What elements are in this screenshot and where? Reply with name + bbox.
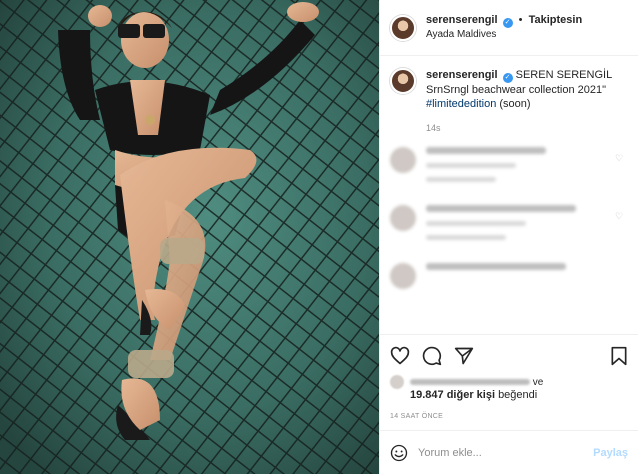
add-comment-bar: Paylaş <box>380 430 638 474</box>
likes-summary: ve <box>390 375 628 389</box>
post-side-panel: serenserengil ✓ • Takiptesin Ayada Maldi… <box>379 0 638 474</box>
comment-replies-blurred[interactable] <box>426 177 496 182</box>
photo-image <box>0 0 379 474</box>
caption-age[interactable]: 14s <box>426 123 612 133</box>
post-actions: ve 19.847 diğer kişi beğendi 14 SAAT ÖNC… <box>380 334 638 420</box>
post-location[interactable]: Ayada Maldives <box>426 28 582 42</box>
post-comment-button[interactable]: Paylaş <box>593 447 628 459</box>
comment-icon[interactable] <box>422 346 442 366</box>
comment-like-icon[interactable]: ♡ <box>615 153 624 163</box>
caption-hashtag[interactable]: #limitededition <box>426 98 496 110</box>
caption-username[interactable]: serenserengil <box>426 69 498 81</box>
liker-avatar[interactable] <box>390 375 404 389</box>
comment-meta-blurred <box>426 221 526 226</box>
bookmark-icon[interactable] <box>610 346 628 366</box>
comment-item: ♡ <box>390 147 628 191</box>
verified-icon: ✓ <box>502 18 513 28</box>
post-caption: serenserengil ✓ SEREN SERENGİL SrnSrngl b… <box>390 68 628 133</box>
comment-text-blurred <box>426 263 566 270</box>
comment-meta-blurred <box>426 163 516 168</box>
separator-dot: • <box>518 14 523 26</box>
caption-line1: SrnSrngl beachwear collection 2021" <box>426 84 607 96</box>
likes-count-line: 19.847 diğer kişi beğendi <box>390 389 628 401</box>
author-username[interactable]: serenserengil <box>426 14 498 26</box>
comment-like-icon[interactable]: ♡ <box>615 211 624 221</box>
heart-icon[interactable] <box>390 346 410 366</box>
likes-count[interactable]: 19.847 diğer kişi <box>410 389 495 401</box>
instagram-post: serenserengil ✓ • Takiptesin Ayada Maldi… <box>0 0 638 474</box>
liker-name-blurred[interactable] <box>410 378 530 385</box>
comments-section: serenserengil ✓ SEREN SERENGİL SrnSrngl b… <box>380 56 638 334</box>
comment-text-blurred <box>426 147 546 154</box>
comment-avatar[interactable] <box>390 263 416 289</box>
post-timestamp[interactable]: 14 SAAT ÖNCE <box>390 413 628 420</box>
comment-replies-blurred[interactable] <box>426 235 506 240</box>
header-meta: serenserengil ✓ • Takiptesin Ayada Maldi… <box>426 13 582 42</box>
emoji-icon[interactable] <box>390 444 408 462</box>
caption-line3: (soon) <box>496 98 531 110</box>
comment-text-blurred <box>426 205 576 212</box>
action-icons <box>390 343 628 369</box>
likes-suffix: ve <box>532 376 544 388</box>
caption-display-name: SEREN SERENGİL <box>515 69 613 81</box>
comment-avatar[interactable] <box>390 147 416 173</box>
comment-avatar[interactable] <box>390 205 416 231</box>
post-photo[interactable] <box>0 0 379 474</box>
likes-verb: beğendi <box>498 389 538 401</box>
following-button[interactable]: Takiptesin <box>529 14 583 26</box>
share-icon[interactable] <box>454 346 474 366</box>
comment-item: ♡ <box>390 205 628 249</box>
comment-input[interactable] <box>418 446 594 459</box>
verified-icon: ✓ <box>502 73 513 83</box>
post-header: serenserengil ✓ • Takiptesin Ayada Maldi… <box>380 0 638 56</box>
caption-avatar[interactable] <box>390 68 416 94</box>
caption-text: serenserengil ✓ SEREN SERENGİL SrnSrngl b… <box>426 68 612 111</box>
author-avatar[interactable] <box>390 14 416 41</box>
comment-item <box>390 263 628 289</box>
